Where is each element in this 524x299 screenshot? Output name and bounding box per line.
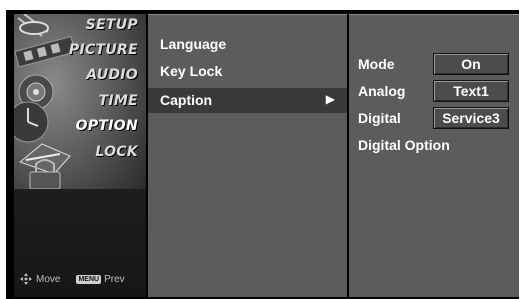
- move-hint-label: Move: [36, 273, 61, 285]
- setting-row-analog[interactable]: Analog Text1: [349, 80, 519, 104]
- category-lock[interactable]: LOCK: [14, 142, 146, 167]
- category-time-label: TIME: [98, 93, 138, 109]
- category-sidebar: SETUP PICTURE AUDIO TIME OPTION LOCK Mov…: [14, 14, 146, 297]
- setting-label: Digital: [358, 110, 401, 126]
- category-option-label: OPTION: [75, 118, 138, 134]
- option-menu: Language Key Lock Caption ▶: [148, 14, 347, 297]
- digital-value-field[interactable]: Service3: [433, 107, 509, 129]
- menu-item-label: Language: [160, 36, 227, 52]
- setting-label: Analog: [358, 83, 406, 99]
- menu-item-language[interactable]: Language: [148, 32, 347, 57]
- menu-item-label: Caption: [160, 92, 213, 108]
- menu-key-icon: MENU: [76, 274, 102, 284]
- setting-label: Digital Option: [358, 137, 450, 153]
- category-option[interactable]: OPTION: [14, 116, 146, 141]
- category-time[interactable]: TIME: [14, 91, 146, 116]
- category-setup-label: SETUP: [85, 17, 138, 33]
- category-audio[interactable]: AUDIO: [14, 65, 146, 90]
- osd-menu: SETUP PICTURE AUDIO TIME OPTION LOCK Mov…: [6, 10, 519, 299]
- setting-row-digital-option[interactable]: Digital Option: [349, 134, 519, 158]
- analog-value-field[interactable]: Text1: [433, 80, 509, 102]
- navigation-hint: Move MENU Prev: [20, 271, 125, 287]
- menu-item-key-lock[interactable]: Key Lock: [148, 59, 347, 84]
- caption-settings: Mode On Analog Text1 Digital Service3 Di…: [349, 14, 519, 297]
- category-audio-label: AUDIO: [86, 67, 138, 83]
- setting-label: Mode: [358, 56, 395, 72]
- setting-row-mode[interactable]: Mode On: [349, 53, 519, 77]
- prev-hint-label: Prev: [104, 273, 125, 285]
- category-picture[interactable]: PICTURE: [14, 40, 146, 65]
- category-setup[interactable]: SETUP: [14, 15, 146, 40]
- menu-item-caption[interactable]: Caption ▶: [148, 88, 347, 113]
- submenu-arrow-icon: ▶: [325, 92, 335, 106]
- category-picture-label: PICTURE: [68, 42, 138, 58]
- setting-row-digital[interactable]: Digital Service3: [349, 107, 519, 131]
- menu-item-label: Key Lock: [160, 63, 223, 79]
- category-lock-label: LOCK: [95, 144, 138, 160]
- move-arrows-icon: [20, 273, 32, 285]
- mode-value-field[interactable]: On: [433, 53, 509, 75]
